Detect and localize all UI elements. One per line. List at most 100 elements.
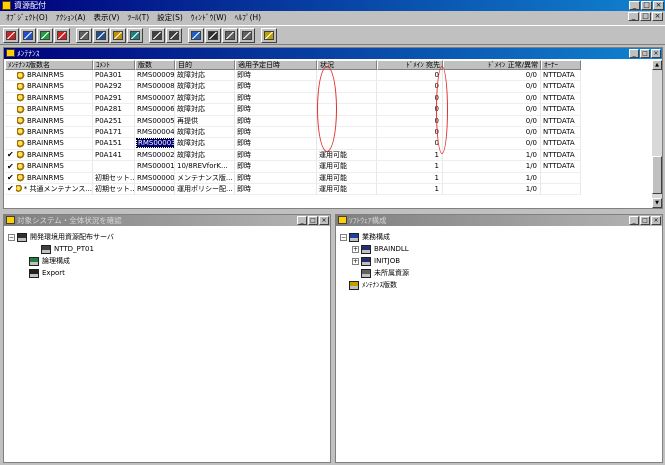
target-maximize-button[interactable]: □ [308, 216, 318, 225]
vertical-scrollbar[interactable]: ▲ ▼ [651, 60, 662, 208]
software-close-button[interactable]: × [651, 216, 661, 225]
table-row[interactable]: BRAINRMS P0A281 RMS00006 故障対応 即時 0 0/0 NTTDATA [5, 104, 581, 116]
check-mark-icon: ✔ [7, 184, 14, 194]
table-row[interactable]: BRAINRMS P0A292 RMS00008 故障対応 即時 0 0/0 NTTDATA [5, 81, 581, 93]
target-tree: − 開発環境用資源配布サーバ NTTD_PT01 論理構成 Export [8, 231, 114, 279]
cell-purpose: 故障対応 [175, 81, 235, 93]
menu-object[interactable]: ｵﾌﾞｼﾞｪｸﾄ(O) [2, 11, 52, 25]
tree-node[interactable]: 論理構成 [8, 255, 114, 267]
tree-node[interactable]: + INITJOB [340, 255, 409, 267]
table-row[interactable]: ✔ BRAINRMS P0A141 RMS00002 故障対応 即時 運用可能 1 1/0 NTT… [5, 149, 581, 162]
tree-node[interactable]: Export [8, 267, 114, 279]
tb-paste-button[interactable] [166, 27, 182, 43]
expand-icon[interactable]: + [352, 257, 359, 265]
tb-paste-icon [169, 30, 179, 40]
tb-network-1-button[interactable] [3, 27, 19, 43]
selected-version[interactable]: RMS00003 [136, 138, 174, 149]
software-minimize-button[interactable]: _ [629, 216, 639, 225]
software-panel-title-text: ｿﾌﾄｳｪｱ構成 [349, 216, 387, 225]
expand-icon[interactable]: + [352, 245, 359, 253]
tree-node[interactable]: + BRAINDLL [340, 243, 409, 255]
tb-book-button[interactable] [93, 27, 109, 43]
cell-schedule: 即時 [235, 138, 317, 150]
cell-ratio: 1/0 [443, 149, 541, 162]
table-row[interactable]: BRAINRMS P0A301 RMS00009 故障対応 即時 0 0/0 NTTDATA [5, 70, 581, 82]
resource-icon [17, 128, 25, 137]
column-header-dest[interactable]: ﾄﾞﾒｲﾝ 宛先 [377, 60, 443, 70]
tree-node[interactable]: ﾒﾝﾃﾅﾝｽ版数 [340, 279, 409, 291]
cell-status [317, 70, 377, 82]
tree-node-label: 業務構成 [362, 233, 390, 241]
tb-key-icon [113, 30, 123, 40]
column-header-ratio[interactable]: ﾄﾞﾒｲﾝ 正常/異常 [443, 60, 541, 70]
tb-network-4-button[interactable] [54, 27, 70, 43]
tree-node[interactable]: − 業務構成 [340, 231, 409, 243]
cell-purpose: 故障対応 [175, 104, 235, 116]
table-row[interactable]: ✔ * 共通メンテナンス... 初期セット... RMS00000 運用ポリシー配...… [5, 183, 581, 196]
cell-name: BRAINRMS [5, 70, 93, 82]
tb-monitor-button[interactable] [205, 27, 221, 43]
tb-user-button[interactable] [188, 27, 204, 43]
menu-help[interactable]: ﾍﾙﾌﾟ(H) [231, 11, 266, 25]
column-header-version[interactable]: 版数 [135, 60, 175, 70]
menu-tool[interactable]: ﾂｰﾙ(T) [123, 11, 153, 25]
tree-node[interactable]: − 開発環境用資源配布サーバ [8, 231, 114, 243]
panel-minimize-button[interactable]: _ [629, 49, 639, 58]
mdi-close-button[interactable]: × [652, 12, 663, 21]
software-maximize-button[interactable]: □ [640, 216, 650, 225]
tb-copy-button[interactable] [149, 27, 165, 43]
table-row[interactable]: ✔ BRAINRMS RMS00001 10/8REVforK... 即時 運用可能 1 1/… [5, 161, 581, 173]
table-row[interactable]: BRAINRMS P0A251 RMS00005 再提供 即時 0 0/0 NTTDATA [5, 115, 581, 127]
table-row[interactable]: BRAINRMS P0A291 RMS00007 故障対応 即時 0 0/0 NTTDATA [5, 92, 581, 105]
resource-icon [15, 185, 22, 194]
collapse-icon[interactable]: − [8, 233, 15, 241]
collapse-icon[interactable]: − [340, 233, 347, 241]
minimize-button[interactable]: _ [629, 1, 640, 10]
tree-node[interactable]: 未所属資源 [340, 267, 409, 279]
tb-network-2-button[interactable] [20, 27, 36, 43]
scroll-up-arrow[interactable]: ▲ [652, 60, 662, 70]
column-header-owner[interactable]: ｵｰﾅｰ [541, 60, 581, 70]
close-button[interactable]: × [653, 1, 664, 10]
tb-monitor-icon [208, 30, 218, 40]
tb-key-button[interactable] [110, 27, 126, 43]
cell-comment: P0A251 [93, 115, 135, 127]
resource-name: BRAINRMS [27, 127, 64, 136]
column-header-purpose[interactable]: 目的 [175, 60, 235, 70]
tb-help-button[interactable] [261, 27, 277, 43]
column-header-name[interactable]: ﾒﾝﾃﾅﾝｽ版数名 [5, 60, 93, 70]
tb-network-3-button[interactable] [37, 27, 53, 43]
table-row[interactable]: BRAINRMS P0A171 RMS00004 故障対応 即時 0 0/0 NTTDATA [5, 126, 581, 139]
cell-status [317, 81, 377, 93]
column-header-schedule[interactable]: 適用予定日時 [235, 60, 317, 70]
scroll-thumb[interactable] [652, 156, 662, 194]
column-header-status[interactable]: 状況 [317, 60, 377, 70]
panel-maximize-button[interactable]: □ [640, 49, 650, 58]
cell-purpose: 運用ポリシー配... [175, 183, 235, 196]
target-close-button[interactable]: × [319, 216, 329, 225]
maximize-button[interactable]: □ [641, 1, 652, 10]
menu-settings[interactable]: 設定(S) [153, 11, 187, 25]
menu-action[interactable]: ｱｸｼｮﾝ(A) [52, 11, 90, 25]
cell-dest: 0 [377, 81, 443, 93]
resource-name: BRAINRMS [27, 139, 64, 148]
tree-node[interactable]: NTTD_PT01 [8, 243, 114, 255]
table-row[interactable]: ✔ BRAINRMS 初期セット... RMS00000 メンテナンス版... 即時 運用可… [5, 172, 581, 184]
tb-window-button[interactable] [222, 27, 238, 43]
tb-grid-button[interactable] [127, 27, 143, 43]
tb-list-button[interactable] [76, 27, 92, 43]
cell-schedule: 即時 [235, 81, 317, 93]
mdi-restore-button[interactable]: □ [640, 12, 651, 21]
cell-dest: 1 [377, 149, 443, 162]
target-minimize-button[interactable]: _ [297, 216, 307, 225]
mdi-minimize-button[interactable]: _ [628, 12, 639, 21]
column-header-comment[interactable]: ｺﾒﾝﾄ [93, 60, 135, 70]
menu-window[interactable]: ｳｨﾝﾄﾞｳ(W) [187, 11, 231, 25]
cell-name: BRAINRMS [5, 81, 93, 93]
scroll-down-arrow[interactable]: ▼ [652, 198, 662, 208]
resource-name: BRAINRMS [27, 93, 64, 102]
panel-close-button[interactable]: × [651, 49, 661, 58]
tb-properties-button[interactable] [239, 27, 255, 43]
table-row[interactable]: BRAINRMS P0A151 RMS00003 故障対応 即時 0 0/0 NTTDATA [5, 138, 581, 150]
menu-view[interactable]: 表示(V) [90, 11, 124, 25]
